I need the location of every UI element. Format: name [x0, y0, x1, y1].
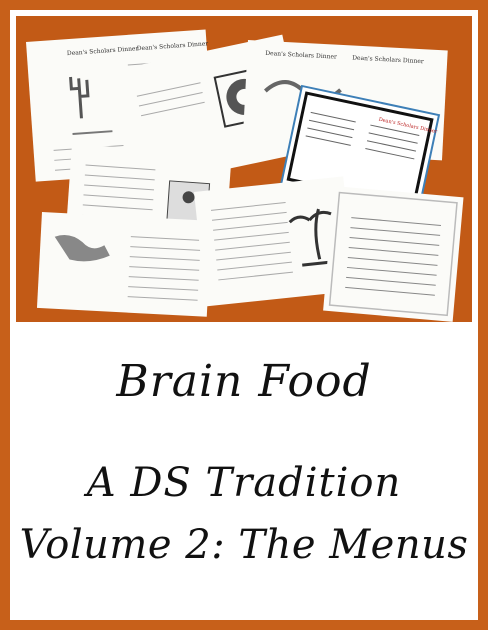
- menus-photo: Dean's Scholars Dinner Dean's Scholars D…: [16, 16, 472, 322]
- menus-collage: Dean's Scholars Dinner Dean's Scholars D…: [26, 29, 464, 322]
- cover-title: Brain Food: [116, 356, 372, 407]
- menu-card-map: [36, 212, 212, 317]
- cover-subtitle: A DS Tradition: [86, 460, 402, 506]
- cover-frame: Dean's Scholars Dinner Dean's Scholars D…: [10, 10, 478, 620]
- cover-volume: Volume 2: The Menus: [19, 522, 469, 568]
- menu-card-framed: [323, 186, 464, 322]
